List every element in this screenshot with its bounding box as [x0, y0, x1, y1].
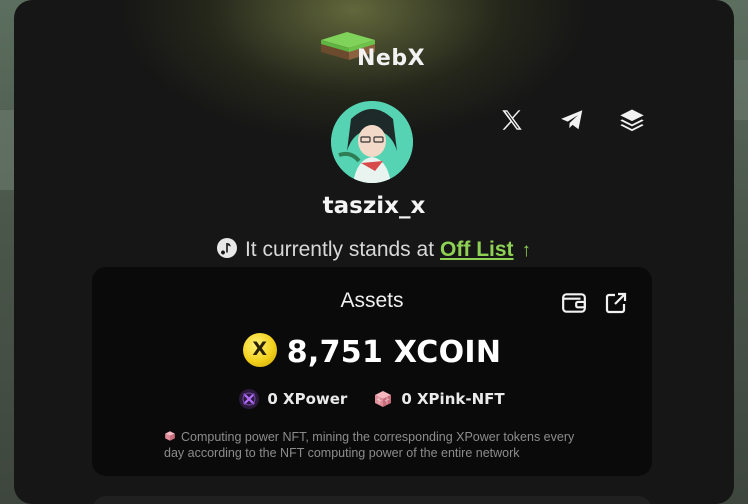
wallet-button[interactable] — [560, 289, 588, 317]
layers-link[interactable] — [616, 104, 648, 136]
username: taszix_x — [322, 193, 426, 219]
pink-cube-small-icon — [165, 431, 175, 441]
ranking-prefix: It currently stands at — [244, 238, 435, 261]
next-card — [92, 496, 652, 504]
token-xpink-nft-label: 0 XPink-NFT — [401, 390, 505, 408]
layers-icon — [620, 109, 644, 132]
social-links — [496, 104, 648, 136]
wallet-icon — [562, 293, 586, 313]
ranking-status-link[interactable]: Off List — [440, 238, 514, 261]
x-link[interactable] — [496, 104, 528, 136]
logo-text: NebX — [357, 46, 426, 71]
token-list: 0 XPower 0 XPink-NFT — [92, 389, 652, 409]
external-link-icon — [605, 292, 627, 314]
assets-card: Assets X 8,751 XCOIN 0 XPower 0 XPink-NF… — [92, 267, 652, 476]
xpower-icon — [239, 389, 260, 409]
ranking-status: It currently stands at Off List ↑ — [14, 238, 734, 262]
assets-actions — [560, 289, 630, 317]
nebx-logo[interactable]: NebX — [317, 30, 437, 74]
xcoin-amount: 8,751 XCOIN — [286, 335, 502, 370]
telegram-icon — [561, 110, 583, 130]
background-block — [0, 110, 14, 190]
avatar-image — [331, 101, 413, 183]
nft-note: Computing power NFT, mining the correspo… — [164, 429, 584, 461]
telegram-link[interactable] — [556, 104, 588, 136]
external-link-button[interactable] — [602, 289, 630, 317]
arrow-up-icon: ↑ — [521, 240, 532, 261]
music-note-icon — [216, 238, 237, 258]
xcoin-letter: X — [252, 338, 268, 360]
token-xpower: 0 XPower — [239, 389, 347, 409]
x-icon — [502, 110, 522, 130]
token-xpower-label: 0 XPower — [267, 390, 348, 408]
xcoin-balance: X 8,751 XCOIN — [92, 333, 652, 370]
nft-note-text: Computing power NFT, mining the correspo… — [164, 430, 575, 460]
pink-cube-icon — [375, 391, 392, 407]
background-block — [734, 60, 748, 120]
token-xpink-nft: 0 XPink-NFT — [373, 389, 505, 409]
avatar[interactable] — [331, 101, 413, 183]
xcoin-icon: X — [242, 333, 277, 367]
profile-panel: NebX taszix_x It currently stands at Off… — [14, 0, 734, 504]
